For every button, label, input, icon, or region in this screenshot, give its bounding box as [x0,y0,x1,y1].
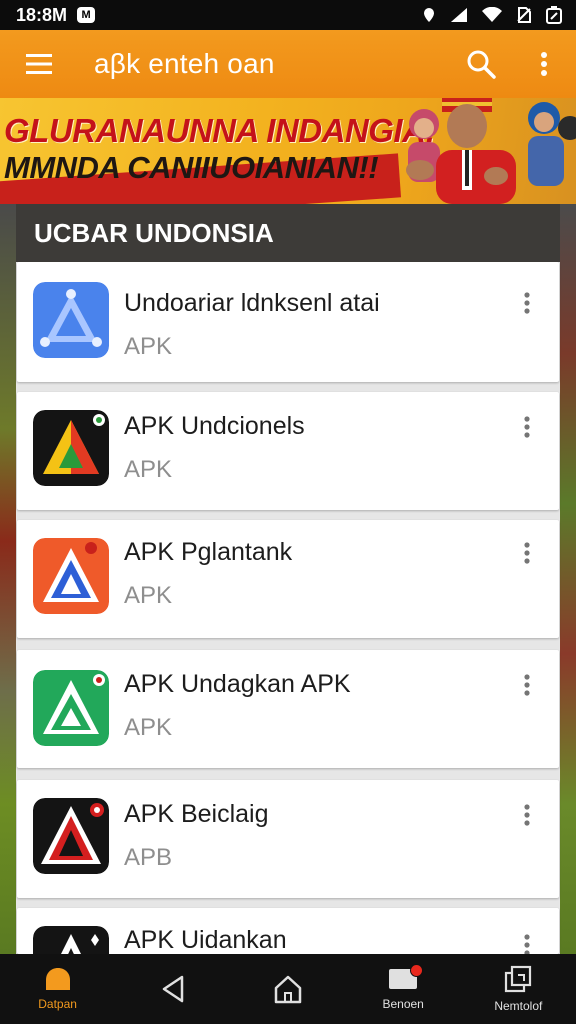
app-type: APK [124,456,173,483]
nav-label: Datpan [38,997,77,1011]
app-name: APK Undcionels [124,412,305,440]
list-item[interactable]: APK Undcionels APK [17,392,559,510]
app-name: APK Beiclaig [124,800,269,828]
battery-icon [546,6,562,24]
notification-app-icon: M [77,7,96,23]
background-left-strip [0,204,16,954]
item-more-button[interactable] [517,930,537,954]
list-item[interactable]: APK Undagkan APK APK [17,650,559,768]
nav-item-datpan[interactable]: Datpan [0,954,115,1024]
status-bar: 18:8M M [0,0,576,30]
orange-triangle-icon [33,538,109,614]
more-vertical-icon [524,804,530,826]
more-vertical-icon [524,416,530,438]
list-item[interactable]: APK Pglantank APK [17,520,559,638]
promo-banner[interactable]: GLURANAUNNA INDANGIA! MMNDA CANIIUOIANIA… [0,98,576,204]
green-triangle-icon [33,670,109,746]
banner-headline: GLURANAUNNA INDANGIA! [4,112,436,149]
search-button[interactable] [450,30,512,98]
home-icon [274,975,302,1004]
nav-item-benoen[interactable]: Benoen [346,954,461,1024]
bottom-navigation: Datpan Benoen Nemtolof [0,954,576,1024]
list-item[interactable]: APK Uidankan [17,908,559,954]
blue-triangle-icon [33,282,109,358]
more-vertical-icon [524,292,530,314]
signal-icon [451,8,467,22]
home-blob-icon [45,968,70,990]
banner-people-illustration [406,98,576,204]
nav-label: Benoen [382,997,424,1011]
item-more-button[interactable] [517,412,537,442]
more-vertical-icon [524,542,530,564]
item-more-button[interactable] [517,670,537,700]
background-right-strip [560,204,576,954]
nav-back-button[interactable] [115,954,230,1024]
app-type: APB [124,844,173,871]
list-item[interactable]: Undoariar ldnksenl atai APK [17,262,559,382]
banner-subheadline: MMNDA CANIIUOIANIAN!! [4,150,379,185]
multicolor-triangle-icon [33,410,109,486]
overflow-menu-button[interactable] [512,30,576,98]
location-icon [424,8,434,22]
black-triangle-icon [33,926,109,954]
hamburger-menu-button[interactable] [0,30,78,98]
notification-badge [409,964,423,977]
app-name: APK Pglantank [124,538,293,566]
app-type: APK [124,714,173,741]
app-title: aβk enteh oan [94,48,275,79]
item-more-button[interactable] [517,800,537,830]
app-type: APK [124,333,173,360]
wifi-icon [482,7,502,22]
app-name: Undoariar ldnksenl atai [124,289,380,317]
more-vertical-icon [541,52,547,76]
nav-home-button[interactable] [230,954,345,1024]
apps-icon [505,965,532,993]
more-vertical-icon [524,934,530,954]
red-black-triangle-icon [33,798,109,874]
status-time: 18:8M [16,4,68,25]
search-icon [467,50,496,79]
app-name: APK Undagkan APK [124,670,351,698]
back-icon [162,975,184,1003]
item-more-button[interactable] [517,538,537,568]
no-sim-icon [517,7,531,23]
hamburger-menu-icon [26,54,52,74]
app-type: APK [124,582,173,609]
app-bar: aβk enteh oan [0,30,576,98]
nav-item-nemtolof[interactable]: Nemtolof [461,954,576,1024]
nav-label: Nemtolof [494,999,543,1013]
app-name: APK Uidankan [124,926,287,954]
section-header: UCBAR UNDONSIA [16,204,560,262]
item-more-button[interactable] [517,288,537,318]
list-item[interactable]: APK Beiclaig APB [17,780,559,898]
more-vertical-icon [524,674,530,696]
